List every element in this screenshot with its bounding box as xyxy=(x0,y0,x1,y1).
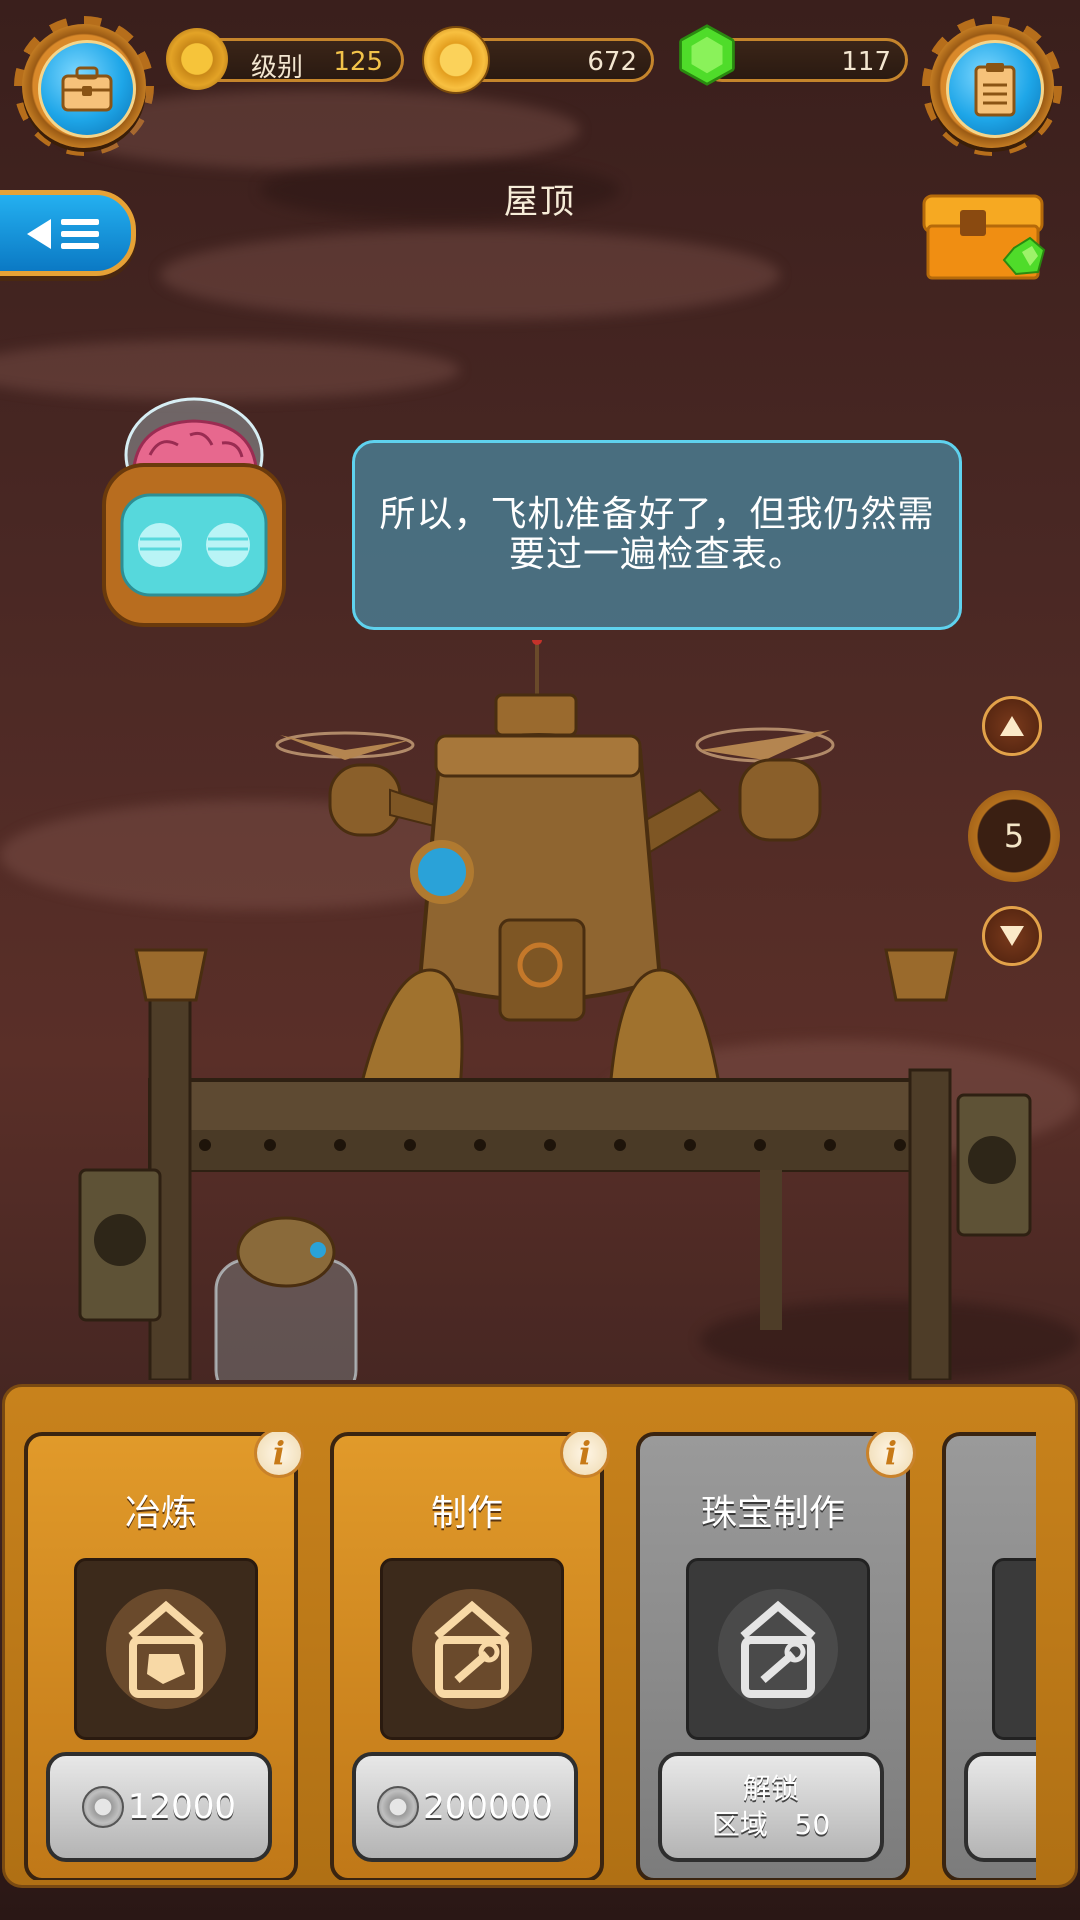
dialog-bubble: 所以，飞机准备好了，但我仍然需要过一遍检查表。 xyxy=(352,440,962,630)
toolbox-button[interactable] xyxy=(14,16,154,156)
gems-value: 117 xyxy=(841,47,891,77)
treasure-chest-icon[interactable] xyxy=(918,186,1050,286)
level-value: 125 xyxy=(333,47,383,77)
card-title: 制作 xyxy=(430,1493,503,1534)
clipboard-icon xyxy=(974,63,1016,117)
card-title: 冶炼 xyxy=(124,1493,197,1534)
level-label: 级别 xyxy=(251,53,304,83)
card-title: 珠宝制作 xyxy=(700,1493,845,1534)
unlock-partial-button[interactable]: 区 xyxy=(964,1752,1036,1862)
floor-up-button[interactable] xyxy=(982,696,1042,756)
menu-lines-icon xyxy=(61,219,99,249)
floor-down-button[interactable] xyxy=(982,906,1042,966)
crafting-wrench-icon xyxy=(380,1558,564,1740)
area-value: 50 xyxy=(794,1808,831,1841)
arrow-up-icon xyxy=(1000,716,1024,736)
card-crafting[interactable]: 制作 i 200000 xyxy=(330,1432,610,1880)
area-label: 区域 xyxy=(711,1808,768,1841)
green-gem-icon xyxy=(679,24,735,86)
floor-number: 5 xyxy=(1003,817,1025,855)
back-arrow-icon xyxy=(27,219,51,249)
unlock-jewelry-button[interactable]: 解锁 区域 50 xyxy=(658,1752,884,1862)
coins-value: 672 xyxy=(587,47,637,77)
menu-back-button[interactable] xyxy=(0,190,136,276)
partial-building-icon xyxy=(992,1558,1036,1740)
silver-coin-icon xyxy=(377,1786,420,1828)
info-icon[interactable]: i xyxy=(254,1432,304,1478)
arrow-down-icon xyxy=(1000,926,1024,946)
flying-machine-scene xyxy=(78,640,1032,1380)
buy-crafting-button[interactable]: 200000 xyxy=(352,1752,578,1862)
gold-coin-icon xyxy=(422,26,490,94)
jewelry-wrench-icon xyxy=(686,1558,870,1740)
silver-coin-icon xyxy=(81,1786,124,1828)
info-icon[interactable]: i xyxy=(866,1432,916,1478)
quests-button[interactable] xyxy=(922,16,1062,156)
info-icon[interactable]: i xyxy=(560,1432,610,1478)
smelting-icon xyxy=(74,1558,258,1740)
buy-smelting-button[interactable]: 12000 xyxy=(46,1752,272,1862)
toolbox-icon xyxy=(61,66,113,112)
price-label: 200000 xyxy=(423,1787,553,1827)
unlock-label: 解锁 xyxy=(742,1772,799,1805)
card-partial[interactable]: 区 xyxy=(942,1432,1036,1880)
brain-robot-avatar xyxy=(102,397,286,627)
level-gear-icon xyxy=(166,28,228,90)
floor-indicator: 5 xyxy=(968,790,1060,882)
card-jewelry[interactable]: 珠宝制作 i 解锁 区域 50 xyxy=(636,1432,916,1880)
building-card-list[interactable]: 冶炼 i 12000 制作 i 200000 珠宝制作 i 解锁 区域 50 xyxy=(18,1432,1036,1880)
price-label: 12000 xyxy=(127,1787,237,1827)
dialog-text: 所以，飞机准备好了，但我仍然需要过一遍检查表。 xyxy=(379,494,935,575)
card-smelting[interactable]: 冶炼 i 12000 xyxy=(24,1432,304,1880)
